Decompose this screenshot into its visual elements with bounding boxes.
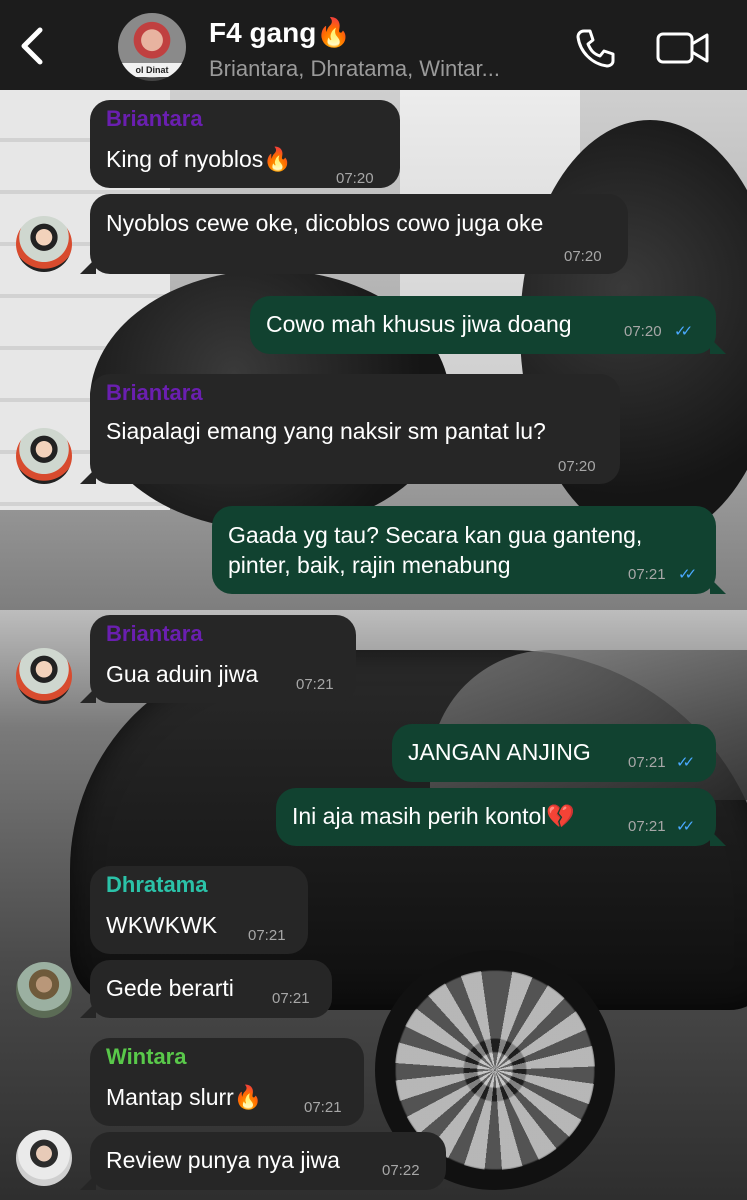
outgoing-message[interactable]: Ini aja masih perih kontol💔 07:21 ✓✓ bbox=[276, 788, 716, 846]
outgoing-message[interactable]: JANGAN ANJING 07:21 ✓✓ bbox=[392, 724, 716, 782]
phone-icon[interactable] bbox=[574, 27, 616, 69]
message-text: Siapalagi emang yang naksir sm pantat lu… bbox=[106, 418, 546, 444]
double-check-icon: ✓✓ bbox=[674, 323, 693, 340]
avatar[interactable] bbox=[16, 216, 72, 272]
avatar-caption: ol Dinat bbox=[118, 63, 186, 77]
message-time: 07:20 bbox=[558, 458, 596, 475]
message-time: 07:21 bbox=[248, 927, 286, 944]
double-check-icon: ✓✓ bbox=[676, 754, 695, 771]
bubble-tail bbox=[80, 687, 96, 703]
message-time: 07:20 bbox=[564, 248, 602, 265]
chat-header: ol Dinat F4 gang🔥 Briantara, Dhratama, W… bbox=[0, 0, 747, 90]
message-text: Ini aja masih perih kontol💔 bbox=[292, 803, 576, 829]
group-avatar[interactable]: ol Dinat bbox=[118, 13, 186, 81]
message-list[interactable]: Briantara King of nyoblos🔥 07:20 Nyoblos… bbox=[0, 90, 747, 1200]
bubble-tail bbox=[80, 1002, 96, 1018]
incoming-message[interactable]: Dhratama WKWKWK 07:21 bbox=[90, 866, 308, 954]
message-text: Nyoblos cewe oke, dicoblos cowo juga oke bbox=[106, 210, 544, 236]
incoming-message[interactable]: Wintara Mantap slurr🔥 07:21 bbox=[90, 1038, 364, 1126]
message-time: 07:21 bbox=[628, 566, 666, 583]
incoming-message[interactable]: Briantara Siapalagi emang yang naksir sm… bbox=[90, 374, 620, 484]
incoming-message[interactable]: Gede berarti 07:21 bbox=[90, 960, 332, 1018]
message-time: 07:20 bbox=[624, 323, 662, 340]
sender-name: Dhratama bbox=[106, 872, 208, 897]
double-check-icon: ✓✓ bbox=[676, 818, 695, 835]
message-text: Gua aduin jiwa bbox=[106, 661, 259, 687]
message-time: 07:22 bbox=[382, 1162, 420, 1179]
outgoing-message[interactable]: Gaada yg tau? Secara kan gua ganteng, pi… bbox=[212, 506, 716, 594]
bubble-tail bbox=[710, 578, 726, 594]
message-time: 07:21 bbox=[628, 754, 666, 771]
message-text: JANGAN ANJING bbox=[408, 739, 591, 765]
sender-name: Briantara bbox=[106, 621, 203, 646]
message-text: Review punya nya jiwa bbox=[106, 1147, 340, 1173]
avatar[interactable] bbox=[16, 428, 72, 484]
avatar[interactable] bbox=[16, 648, 72, 704]
sender-name: Briantara bbox=[106, 106, 203, 131]
message-text: Mantap slurr🔥 bbox=[106, 1084, 263, 1110]
message-time: 07:20 bbox=[336, 170, 374, 187]
avatar[interactable] bbox=[16, 962, 72, 1018]
bubble-tail bbox=[80, 1174, 96, 1190]
outgoing-message[interactable]: Cowo mah khusus jiwa doang 07:20 ✓✓ bbox=[250, 296, 716, 354]
chevron-left-icon[interactable] bbox=[18, 26, 46, 66]
message-text: Cowo mah khusus jiwa doang bbox=[266, 311, 572, 337]
incoming-message[interactable]: Review punya nya jiwa 07:22 bbox=[90, 1132, 446, 1190]
sender-name: Wintara bbox=[106, 1044, 187, 1069]
message-text-line2: pinter, baik, rajin menabung bbox=[228, 552, 511, 578]
message-time: 07:21 bbox=[304, 1099, 342, 1116]
bubble-tail bbox=[710, 830, 726, 846]
message-text: WKWKWK bbox=[106, 912, 218, 938]
message-time: 07:21 bbox=[296, 676, 334, 693]
message-time: 07:21 bbox=[628, 818, 666, 835]
video-camera-icon[interactable] bbox=[656, 30, 710, 66]
group-members[interactable]: Briantara, Dhratama, Wintar... bbox=[209, 56, 500, 82]
incoming-message[interactable]: Nyoblos cewe oke, dicoblos cowo juga oke… bbox=[90, 194, 628, 274]
message-text: King of nyoblos🔥 bbox=[106, 146, 292, 172]
message-text: Gede berarti bbox=[106, 975, 234, 1001]
incoming-message[interactable]: Briantara Gua aduin jiwa 07:21 bbox=[90, 615, 356, 703]
incoming-message[interactable]: Briantara King of nyoblos🔥 07:20 bbox=[90, 100, 400, 188]
message-time: 07:21 bbox=[272, 990, 310, 1007]
avatar[interactable] bbox=[16, 1130, 72, 1186]
sender-name: Briantara bbox=[106, 380, 203, 405]
message-text: Gaada yg tau? Secara kan gua ganteng, bbox=[228, 522, 643, 548]
group-title[interactable]: F4 gang🔥 bbox=[209, 16, 351, 49]
double-check-icon: ✓✓ bbox=[678, 566, 697, 583]
